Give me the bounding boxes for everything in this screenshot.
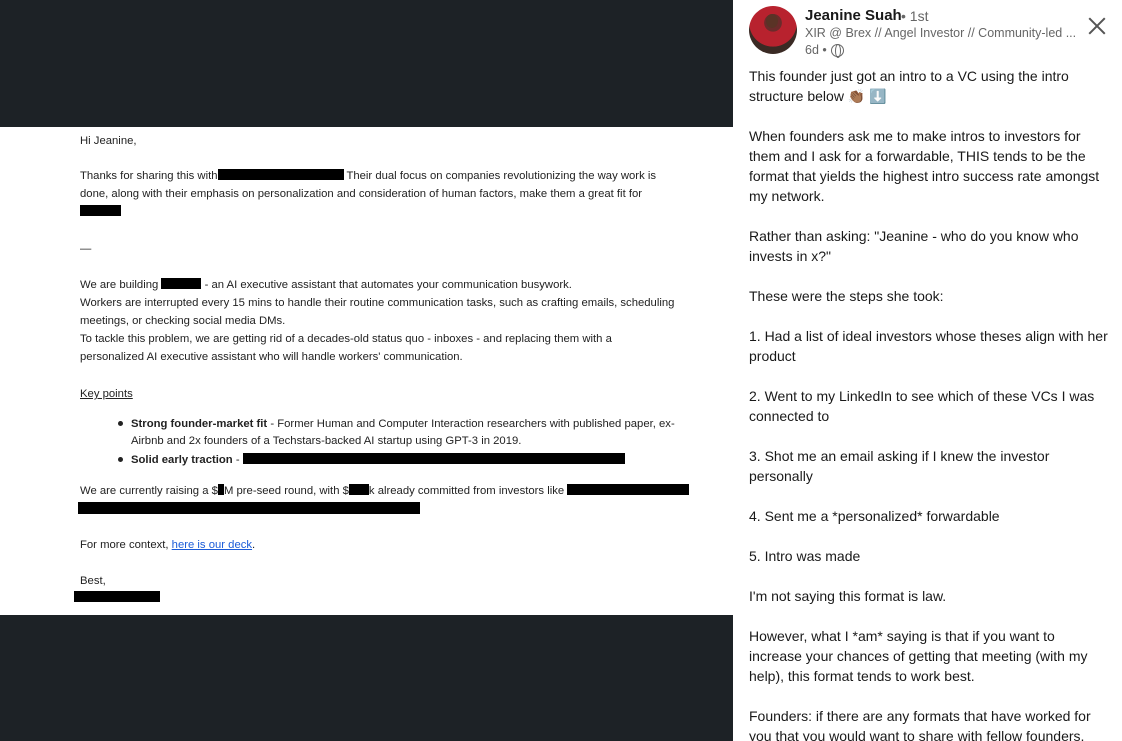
author-headline: XIR @ Brex // Angel Investor // Communit…: [805, 26, 1077, 40]
email-intro-line3: [80, 203, 121, 221]
post-paragraph: 4. Sent me a *personalized* forwardable: [749, 508, 1000, 524]
key-points-heading: Key points: [80, 388, 133, 400]
email-screenshot: Hi Jeanine, Thanks for sharing this with…: [0, 127, 733, 615]
email-raising-line2: [78, 501, 420, 519]
deck-link[interactable]: here is our deck: [172, 539, 252, 551]
redaction: [78, 502, 420, 514]
redaction: [80, 205, 121, 216]
post-meta: 6d •: [805, 43, 844, 58]
email-signature: [74, 589, 160, 607]
author-name[interactable]: Jeanine Suah: [805, 7, 902, 24]
post-paragraph: Founders: if there are any formats that …: [749, 708, 1091, 741]
redaction: [161, 278, 202, 289]
context-suffix: .: [252, 539, 256, 551]
bullet2-text: -: [232, 454, 243, 466]
bullet2-bold: Solid early traction: [131, 454, 233, 466]
email-tackle-line2: personalized AI executive assistant who …: [80, 351, 463, 363]
redaction: [74, 591, 160, 602]
bullet1-line1: Strong founder-market fit - Former Human…: [131, 415, 675, 433]
email-raising-line1: We are currently raising a $ M pre-seed r…: [80, 482, 690, 500]
redaction: [242, 453, 625, 464]
bullet1-bold: Strong founder-market fit: [131, 418, 268, 430]
redaction: [217, 169, 344, 180]
post-time: 6d •: [805, 43, 827, 57]
post-paragraph: These were the steps she took:: [749, 288, 944, 304]
email-intro-line1: Thanks for sharing this with Their dual …: [80, 167, 656, 185]
post-paragraph: This founder just got an intro to a VC u…: [749, 68, 1069, 104]
bullet1-text: - Former Human and Computer Interaction …: [267, 418, 675, 430]
redaction: [348, 484, 369, 495]
globe-icon: [830, 43, 844, 58]
post-body: This founder just got an intro to a VC u…: [749, 66, 1109, 741]
post-paragraph: 3. Shot me an email asking if I knew the…: [749, 448, 1050, 484]
bullet2-line1: Solid early traction -: [131, 451, 625, 469]
bullet-dot: [118, 457, 126, 465]
raising-a: We are currently raising a $: [80, 485, 218, 497]
avatar[interactable]: [749, 6, 797, 54]
email-tackle-line1: To tackle this problem, we are getting r…: [80, 333, 612, 345]
post-paragraph: 1. Had a list of ideal investors whose t…: [749, 328, 1108, 364]
intro-suffix: Their dual focus on companies revolution…: [343, 170, 657, 182]
raising-c: k already committed from investors like: [368, 485, 568, 497]
email-divider: —: [80, 243, 92, 255]
email-context: For more context, here is our deck.: [80, 536, 255, 554]
email-workers-line1: Workers are interrupted every 15 mins to…: [80, 297, 675, 309]
context-prefix: For more context,: [80, 539, 172, 551]
redaction: [567, 484, 690, 495]
email-greeting: Hi Jeanine,: [80, 135, 137, 147]
post-panel: Jeanine Suah • 1st XIR @ Brex // Angel I…: [733, 0, 1122, 741]
building-prefix: We are building: [80, 279, 162, 291]
post-paragraph: I'm not saying this format is law.: [749, 588, 947, 604]
post-paragraph: When founders ask me to make intros to i…: [749, 128, 1100, 204]
email-intro-line2: done, along with their emphasis on perso…: [80, 188, 643, 200]
post-paragraph: 5. Intro was made: [749, 548, 861, 564]
raising-b: M pre-seed round, with $: [223, 485, 349, 497]
email-signoff: Best,: [80, 575, 106, 587]
building-suffix: - an AI executive assistant that automat…: [201, 279, 572, 291]
post-paragraph: Rather than asking: "Jeanine - who do yo…: [749, 228, 1079, 264]
bullet1-line2: Airbnb and 2x founders of a Techstars-ba…: [131, 435, 522, 447]
email-workers-line2: meetings, or checking social media DMs.: [80, 315, 286, 327]
close-icon[interactable]: [1085, 14, 1109, 38]
connection-degree: • 1st: [901, 8, 929, 24]
post-paragraph: However, what I *am* saying is that if y…: [749, 628, 1088, 684]
email-building: We are building - an AI executive assist…: [80, 276, 572, 294]
image-viewer: Hi Jeanine, Thanks for sharing this with…: [0, 0, 733, 741]
intro-prefix: Thanks for sharing this with: [80, 170, 218, 182]
post-paragraph: 2. Went to my LinkedIn to see which of t…: [749, 388, 1095, 424]
bullet-dot: [118, 421, 126, 429]
